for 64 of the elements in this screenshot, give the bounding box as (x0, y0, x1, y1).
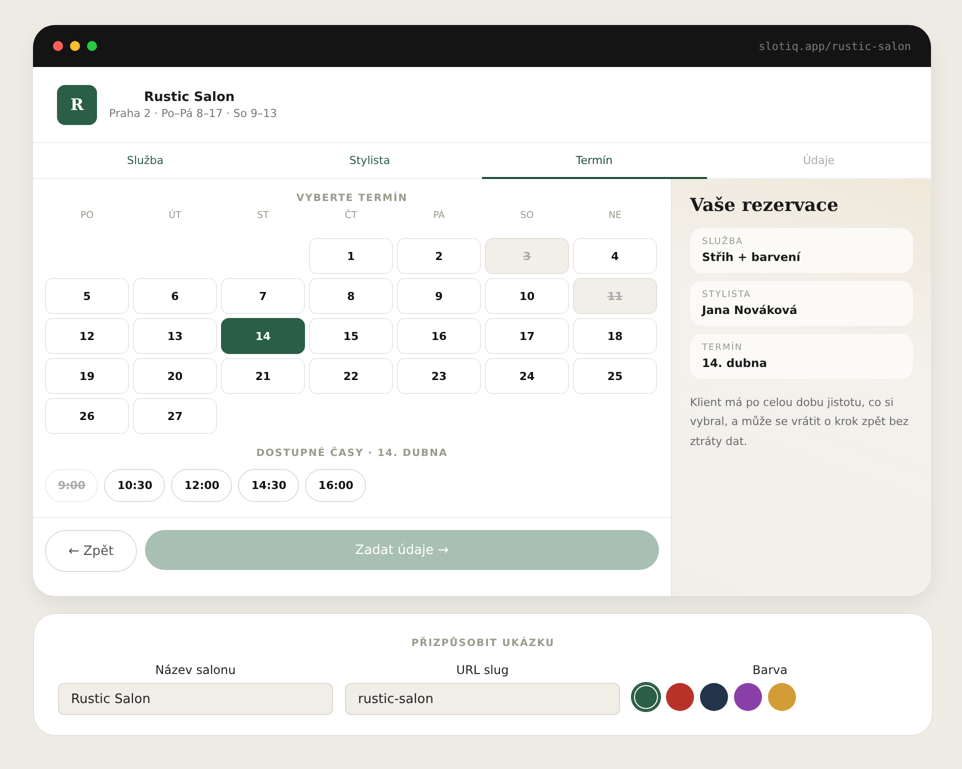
color-swatch[interactable] (632, 683, 660, 711)
url-text: slotiq.app/rustic-salon (758, 40, 911, 52)
calendar-day[interactable]: 4 (573, 238, 657, 274)
calendar-day[interactable]: 22 (309, 358, 393, 394)
calendar-day[interactable]: 20 (133, 358, 217, 394)
weekday-label: ČT (344, 210, 358, 223)
color-swatch[interactable] (768, 683, 796, 711)
time-slot[interactable]: 14:30 (238, 469, 300, 502)
section-heading: VYBERTE TERMÍN (295, 193, 409, 204)
calendar-day[interactable]: 10 (485, 278, 569, 314)
time-slot[interactable]: 16:00 (305, 469, 366, 502)
salon-name: Rustic Salon (143, 90, 236, 104)
calendar-day[interactable]: 25 (573, 358, 657, 394)
calendar-day[interactable]: 15 (309, 318, 393, 354)
field-label: URL slug (456, 663, 509, 677)
calendar-day[interactable]: 6 (133, 278, 217, 314)
salon-logo: R (57, 84, 97, 124)
color-swatch[interactable] (700, 683, 728, 711)
step-tab[interactable]: Služba (33, 143, 258, 179)
summary-label: STYLISTA (702, 290, 752, 300)
calendar-day[interactable]: 23 (397, 358, 481, 394)
calendar-day[interactable]: 14 (221, 318, 305, 354)
weekday-label: ÚT (168, 210, 182, 223)
weekday-label: SO (519, 210, 535, 223)
weekday-label: NE (607, 210, 623, 223)
text-field[interactable]: rustic-salon (345, 683, 620, 715)
summary-value: 14. dubna (702, 356, 768, 370)
calendar-day[interactable]: 7 (221, 278, 305, 314)
summary-label: SLUŽBA (702, 237, 744, 247)
salon-info: Praha 2 · Po–Pá 8–17 · So 9–13 (109, 106, 277, 120)
summary-value: Střih + barvení (702, 250, 802, 264)
section-heading: DOSTUPNÉ ČASY · 14. DUBNA (255, 448, 449, 459)
calendar-day[interactable]: 12 (45, 318, 129, 354)
calendar-day[interactable]: 26 (45, 398, 129, 434)
weekday-label: PÁ (432, 210, 446, 223)
time-slot[interactable]: 10:30 (104, 469, 166, 502)
calendar-day[interactable]: 8 (309, 278, 393, 314)
calendar-day[interactable]: 19 (45, 358, 129, 394)
field-label: Barva (752, 663, 788, 677)
field-label: Název salonu (155, 663, 236, 677)
color-swatch[interactable] (666, 683, 694, 711)
calendar-day[interactable]: 13 (133, 318, 217, 354)
calendar-day[interactable]: 17 (485, 318, 569, 354)
weekday-label: PO (79, 210, 95, 223)
calendar-day[interactable]: 18 (573, 318, 657, 354)
summary-value: Jana Nováková (702, 303, 798, 317)
section-heading: PŘIZPŮSOBIT UKÁZKU (410, 638, 556, 649)
summary-title: Vaše rezervace (690, 195, 840, 216)
calendar-day[interactable]: 27 (133, 398, 217, 434)
calendar-day[interactable]: 5 (45, 278, 129, 314)
back-button[interactable]: ← Zpět (45, 530, 137, 572)
time-slot[interactable]: 12:00 (171, 469, 232, 502)
calendar-day[interactable]: 9 (397, 278, 481, 314)
calendar-day[interactable]: 24 (485, 358, 569, 394)
calendar-day[interactable]: 16 (397, 318, 481, 354)
summary-label: TERMÍN (702, 343, 744, 353)
summary-note: Klient má po celou dobu jistotu, co si vybral, a může se vrátit o krok zpět bez ztráty dat. (690, 395, 910, 450)
text-field[interactable]: Rustic Salon (58, 683, 333, 715)
color-swatch[interactable] (734, 683, 762, 711)
weekday-label: ST (256, 210, 270, 223)
calendar-day[interactable]: 21 (221, 358, 305, 394)
step-tab[interactable]: Stylista (258, 143, 482, 179)
calendar-day[interactable]: 2 (397, 238, 481, 274)
calendar-day[interactable]: 1 (309, 238, 393, 274)
